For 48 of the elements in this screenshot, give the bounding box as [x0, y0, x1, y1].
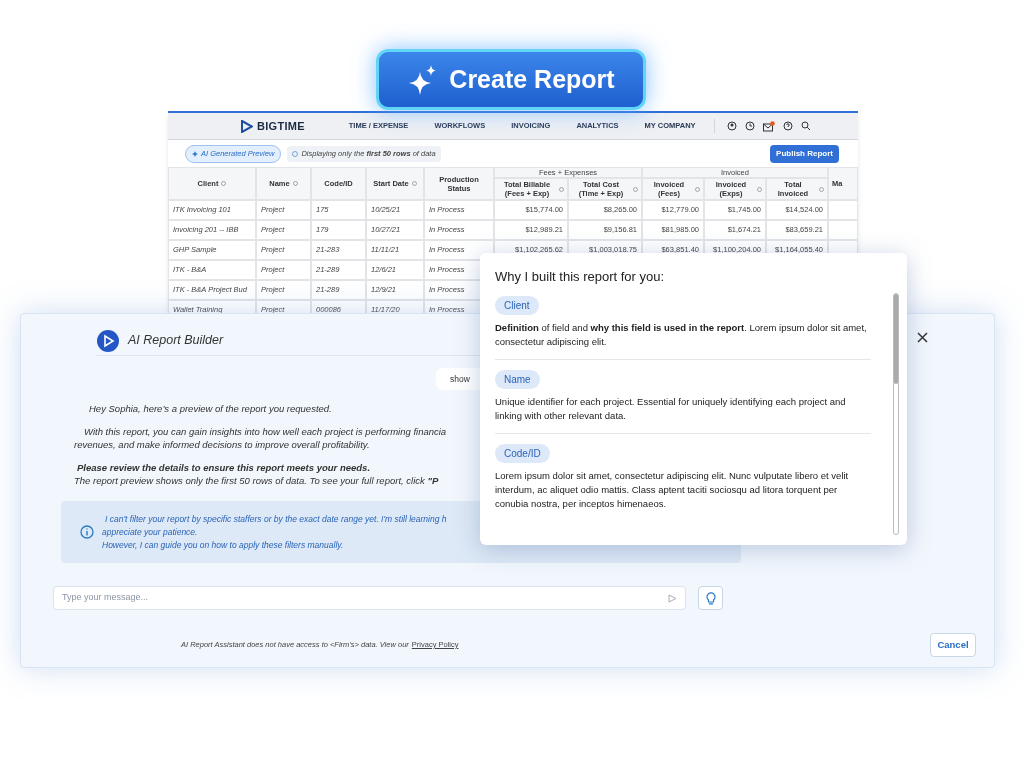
search-icon[interactable] [800, 121, 811, 131]
empty-cell [828, 200, 858, 220]
sort-icon[interactable] [221, 181, 227, 186]
create-report-button[interactable]: Create Report [376, 49, 646, 110]
chat-message: Please review the details to ensure this report meets your needs. [76, 461, 372, 474]
publish-report-button[interactable]: Publish Report [770, 145, 839, 163]
popup-title: Why I built this report for you: [495, 268, 666, 286]
field-description: Definition of field and why this field is used in the report. Lorem ipsum dolor sit amet, consectetur adipiscing elit. [495, 320, 868, 349]
info-message: appreciate your patience. [102, 525, 199, 539]
sort-icon[interactable] [757, 186, 762, 192]
panel-title: AI Report Builder [128, 332, 224, 350]
logo-icon [241, 119, 253, 133]
sparkle-icon [192, 151, 198, 157]
message-input-field[interactable]: Type your message... [62, 591, 668, 605]
chat-message: revenues, and make informed decisions to improve overall profitability. [74, 438, 371, 451]
chat-message: The report preview shows only the first 50 rows of data. To see your full report, click "P [74, 474, 440, 487]
info-icon [80, 525, 94, 539]
empty-cell [828, 220, 858, 240]
sort-icon[interactable] [411, 181, 417, 186]
info-message: However, I can guide you on how to apply these filters manually. [102, 538, 345, 552]
clock-icon[interactable] [744, 121, 755, 131]
sort-icon[interactable] [695, 186, 700, 192]
info-message: I can't filter your report by specific staffers or by the exact date range yet. I'm still learning h [104, 512, 447, 526]
field-description: Lorem ipsum dolor sit amet, consectetur adipiscing elit. Nunc vulputate libero et velit interdum, ac aliquet odio mattis. Class aptent taciti sociosqu ad litora torquent per conubia nostra, per inceptos himenaeos. [495, 468, 850, 511]
close-icon[interactable] [917, 332, 928, 343]
send-icon[interactable] [668, 593, 677, 603]
suggestion-button[interactable] [698, 586, 723, 610]
cancel-button[interactable]: Cancel [930, 633, 976, 657]
help-icon[interactable] [782, 121, 793, 131]
sort-icon[interactable] [559, 186, 564, 192]
assistant-logo-icon [96, 328, 120, 353]
scrollbar-thumb[interactable] [894, 294, 898, 384]
chat-message: Hey Sophia, here’s a preview of the report you requested. [88, 402, 333, 415]
info-icon [292, 151, 299, 157]
field-tag: Code/ID [495, 443, 550, 463]
chat-message: With this report, you can gain insights into how well each project is performing financia [83, 425, 448, 438]
brand-name: BIGTIME [257, 118, 305, 134]
field-tag: Client [495, 295, 539, 315]
user-message: show [450, 372, 470, 386]
sort-icon[interactable] [292, 181, 298, 186]
mail-icon[interactable] [762, 120, 775, 132]
sort-icon[interactable] [819, 186, 824, 192]
user-icon[interactable] [726, 121, 737, 131]
message-input[interactable]: Type your message... [53, 586, 686, 610]
sort-icon[interactable] [633, 186, 638, 192]
field-tag: Name [495, 369, 540, 389]
lightbulb-icon [705, 591, 716, 605]
field-description: Unique identifier for each project. Essential for uniquely identifying each project and linking with other relevant data. [495, 394, 847, 423]
